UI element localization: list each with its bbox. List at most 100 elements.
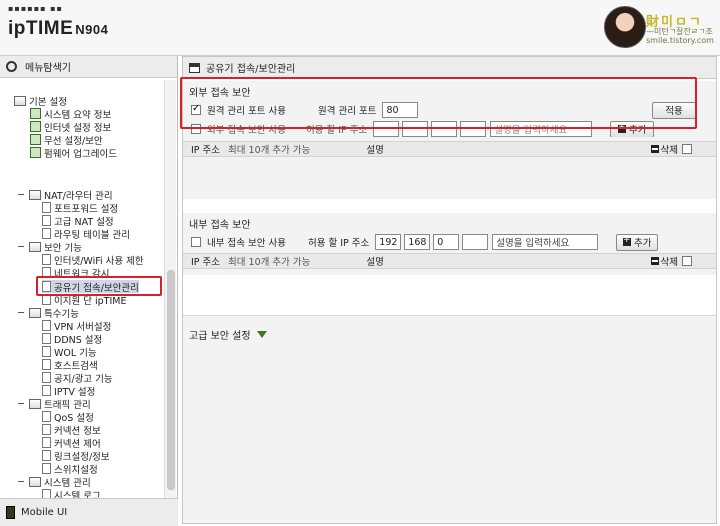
- mobile-ui-link[interactable]: Mobile UI: [0, 498, 178, 526]
- external-list-header: IP 주소 최대 10개 추가 가능 설명 삭제: [183, 141, 716, 157]
- tree-item-label: DDNS 설정: [54, 334, 103, 346]
- tree-item[interactable]: QoS 설정: [42, 410, 94, 424]
- advanced-heading: 고급 보안 설정: [189, 330, 251, 342]
- internal-use-label: 내부 접속 보안 사용: [207, 238, 286, 249]
- advanced-toggle[interactable]: 고급 보안 설정: [183, 326, 267, 342]
- tree-item[interactable]: 라우팅 테이블 관리: [42, 227, 130, 241]
- tree-item[interactable]: IPTV 설정: [42, 384, 95, 398]
- header-bar: ▪▪▪▪▪▪ ▪▪ ipTIME N904 財미ㅁㄱ —미턴ㄱ잘잔ㄹㄱ조 smil…: [0, 0, 720, 56]
- collapse-dash: [18, 312, 24, 313]
- tree-item[interactable]: WOL 기능: [42, 345, 97, 359]
- tree-group-basic[interactable]: 기본 설정: [14, 94, 67, 108]
- col-desc: 설명: [366, 145, 384, 156]
- folder-icon: [29, 398, 41, 409]
- internal-list-header: IP 주소 최대 10개 추가 가능 설명 삭제: [183, 253, 716, 269]
- tree-item[interactable]: 무선 설정/보안: [30, 133, 103, 147]
- tree-item[interactable]: 인터넷 설정 정보: [30, 120, 112, 134]
- external-delete-all-checkbox[interactable]: [682, 144, 692, 154]
- internal-security-section: 내부 접속 보안 내부 접속 보안 사용 허용 할 IP 주소 192 168 …: [183, 213, 716, 275]
- col-delete: 삭제: [650, 142, 678, 156]
- tree-item-label: 인터넷/WiFi 사용 제한: [54, 255, 144, 267]
- col-max: 최대 10개 추가 가능: [228, 257, 311, 268]
- folder-icon: [29, 241, 41, 252]
- watermark: 財미ㅁㄱ —미턴ㄱ잘잔ㄹㄱ조 smile.tistory.com: [646, 15, 718, 45]
- model-name: N904: [75, 22, 109, 37]
- tree-item-label: 링크설정/정보: [54, 451, 110, 463]
- page-icon: [42, 463, 51, 474]
- internal-use-checkbox[interactable]: [191, 237, 201, 247]
- page-icon: [42, 359, 51, 370]
- internal-allow-row: 내부 접속 보안 사용 허용 할 IP 주소 192 168 0 설명을 입력하…: [183, 233, 716, 251]
- avatar: [604, 6, 646, 48]
- tree-group-traffic[interactable]: 트래픽 관리: [18, 397, 91, 411]
- tree-item-label: 공지/광고 기능: [54, 373, 113, 385]
- tree-item-label: 호스트검색: [54, 360, 98, 372]
- tree-item[interactable]: 커넥션 제어: [42, 436, 101, 450]
- watermark-sub: —미턴ㄱ잘잔ㄹㄱ조: [646, 27, 713, 36]
- logo-dots: ▪▪▪▪▪▪ ▪▪: [8, 4, 63, 13]
- page-icon: [42, 437, 51, 448]
- col-max: 최대 10개 추가 가능: [228, 145, 311, 156]
- tree-item-label: 펌웨어 업그레이드: [44, 148, 117, 160]
- menu-explorer-title: 메뉴탐색기: [25, 63, 71, 74]
- tree-item[interactable]: 포트포워드 설정: [42, 201, 119, 215]
- tree-group-system[interactable]: 시스템 관리: [18, 475, 91, 489]
- tree-item-label: 인터넷 설정 정보: [44, 122, 112, 134]
- folder-icon: [29, 189, 41, 200]
- internal-ip-1[interactable]: 192: [375, 234, 402, 250]
- highlight-box-external: [180, 77, 697, 129]
- internal-ip-4[interactable]: [462, 234, 489, 250]
- folder-icon: [14, 95, 26, 106]
- col-delete-label: 삭제: [660, 145, 678, 156]
- window-icon: [189, 62, 200, 73]
- page-icon: [42, 424, 51, 435]
- tree-item-label: QoS 설정: [54, 412, 94, 424]
- brand-name: ipTIME: [8, 18, 74, 39]
- col-delete: 삭제: [650, 254, 678, 268]
- tree-item[interactable]: 스위치설정: [42, 462, 98, 476]
- tree-item[interactable]: 커넥션 정보: [42, 423, 101, 437]
- internal-ip-2[interactable]: 168: [404, 234, 431, 250]
- tool-icon: [30, 147, 41, 158]
- tree-group-label: 보안 기능: [44, 242, 82, 254]
- internal-delete-all-checkbox[interactable]: [682, 256, 692, 266]
- internal-desc-input[interactable]: 설명을 입력하세요: [492, 234, 599, 250]
- tree-item[interactable]: 시스템 요약 정보: [30, 107, 112, 121]
- tree-item[interactable]: 인터넷/WiFi 사용 제한: [42, 253, 144, 267]
- external-security-section: 외부 접속 보안 원격 관리 포트 사용 원격 관리 포트 80 적용 외부 접…: [180, 77, 716, 199]
- tree-item[interactable]: 펌웨어 업그레이드: [30, 146, 117, 160]
- tree-item[interactable]: 호스트검색: [42, 358, 98, 372]
- internal-heading: 내부 접속 보안: [189, 219, 251, 231]
- menu-scrollbar[interactable]: [164, 80, 176, 498]
- watermark-title: 財미ㅁㄱ: [646, 15, 703, 30]
- iptime-logo: ▪▪▪▪▪▪ ▪▪ ipTIME N904: [8, 4, 108, 40]
- tree-item-label: 포트포워드 설정: [54, 203, 119, 215]
- collapse-dash: [18, 246, 24, 247]
- tree-item[interactable]: 링크설정/정보: [42, 449, 110, 463]
- folder-icon: [29, 307, 41, 318]
- tree-group-security[interactable]: 보안 기능: [18, 240, 82, 254]
- highlight-box-menu: [36, 276, 162, 296]
- tree-item-label: 라우팅 테이블 관리: [54, 229, 130, 241]
- minus-icon: [650, 257, 659, 265]
- menu-tree: 기본 설정 시스템 요약 정보 인터넷 설정 정보 무선 설정/보안 펌웨어 업…: [0, 80, 164, 498]
- tree-group-special[interactable]: 특수기능: [18, 306, 79, 320]
- watermark-url: smile.tistory.com: [646, 36, 714, 45]
- tree-item[interactable]: 시스템 로그: [42, 488, 101, 498]
- page-icon: [42, 346, 51, 357]
- internal-add-button[interactable]: 추가: [616, 233, 659, 251]
- page-icon: [42, 320, 51, 331]
- internal-list-body: [183, 275, 716, 315]
- plus-icon: [623, 235, 632, 246]
- internal-ip-3[interactable]: 0: [433, 234, 460, 250]
- scrollbar-thumb[interactable]: [167, 270, 175, 490]
- page-icon: [42, 202, 51, 213]
- tree-item[interactable]: 고급 NAT 설정: [42, 214, 114, 228]
- tree-group-nat[interactable]: NAT/라우터 관리: [18, 188, 113, 202]
- mobile-ui-label: Mobile UI: [21, 507, 68, 518]
- tree-item-label: 시스템 요약 정보: [44, 109, 112, 121]
- tree-item[interactable]: DDNS 설정: [42, 332, 103, 346]
- tree-item[interactable]: VPN 서버설정: [42, 319, 111, 333]
- tree-item[interactable]: 공지/광고 기능: [42, 371, 113, 385]
- tree-item-label: WOL 기능: [54, 347, 97, 359]
